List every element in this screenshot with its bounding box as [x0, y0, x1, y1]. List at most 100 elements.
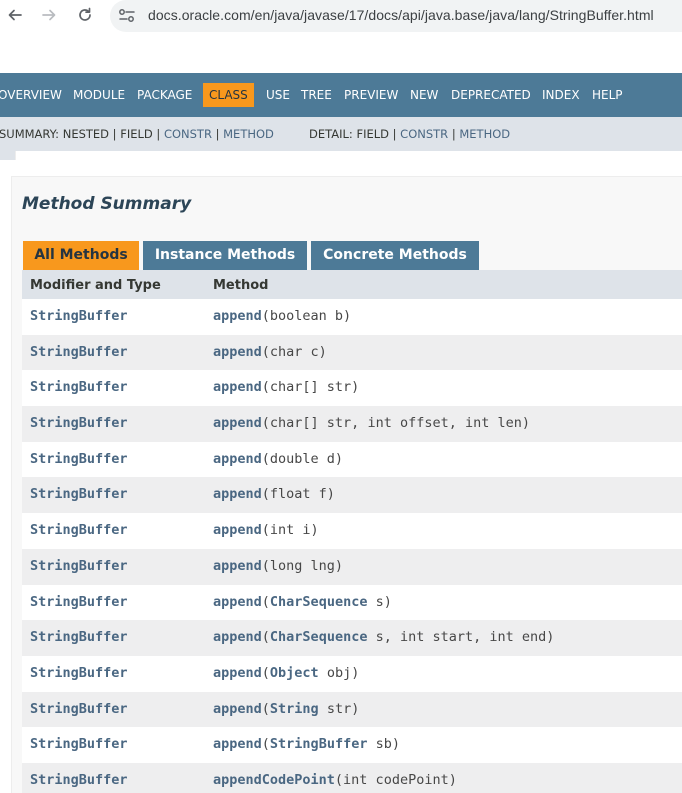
method-signature: append(CharSequence s)	[213, 585, 392, 621]
nav-overview[interactable]: OVERVIEW	[0, 73, 62, 117]
col-method: Method	[213, 278, 269, 293]
table-header: Modifier and Type Method	[22, 270, 682, 299]
summary-constr-link[interactable]: CONSTR	[164, 127, 212, 141]
method-name-link[interactable]: appendCodePoint	[213, 772, 335, 788]
table-row: StringBuffer append(char[] str)	[22, 370, 682, 407]
col-modifier-type: Modifier and Type	[30, 278, 161, 293]
table-body: StringBuffer append(boolean b) StringBuffe…	[22, 299, 682, 793]
return-type-link[interactable]: StringBuffer	[30, 299, 128, 335]
method-signature: append(Object obj)	[213, 656, 359, 692]
param-text: (int i)	[261, 522, 319, 539]
nav-class: CLASS	[203, 83, 254, 107]
tab-all-methods[interactable]: All Methods	[23, 241, 139, 270]
tab-concrete-methods[interactable]: Concrete Methods	[311, 241, 479, 270]
method-name-link[interactable]: append	[213, 379, 262, 395]
return-type-link[interactable]: StringBuffer	[30, 442, 128, 478]
back-arrow-icon[interactable]	[4, 4, 26, 26]
table-row: StringBuffer append(double d)	[22, 441, 682, 478]
nav-tree[interactable]: TREE	[301, 73, 332, 117]
param-text: (char[] str)	[261, 379, 360, 396]
nav-use[interactable]: USE	[266, 73, 290, 117]
return-type-link[interactable]: StringBuffer	[30, 549, 128, 585]
method-name-link[interactable]: append	[213, 522, 262, 538]
param-text: (	[261, 593, 270, 610]
nav-index[interactable]: INDEX	[542, 73, 580, 117]
return-type-link[interactable]: StringBuffer	[30, 763, 128, 793]
param-type-link[interactable]: StringBuffer	[270, 736, 368, 752]
param-text: obj)	[318, 664, 360, 681]
param-text: (double d)	[261, 450, 344, 467]
nav-help[interactable]: HELP	[592, 73, 623, 117]
table-row: StringBuffer appendCodePoint(int codePoin…	[22, 762, 682, 793]
return-type-link[interactable]: StringBuffer	[30, 406, 128, 442]
sub-navbar: SUMMARY: NESTED | FIELD | CONSTR | METHO…	[0, 117, 682, 151]
return-type-link[interactable]: StringBuffer	[30, 585, 128, 621]
method-signature: append(String str)	[213, 692, 359, 728]
top-navbar: OVERVIEW MODULE PACKAGE CLASS USE TREE P…	[0, 73, 682, 117]
table-row: StringBuffer append(char c)	[22, 334, 682, 371]
nav-deprecated[interactable]: DEPRECATED	[451, 73, 531, 117]
nav-module[interactable]: MODULE	[73, 73, 125, 117]
reload-icon[interactable]	[74, 4, 96, 26]
method-name-link[interactable]: append	[213, 451, 262, 467]
return-type-link[interactable]: StringBuffer	[30, 620, 128, 656]
return-type-link[interactable]: StringBuffer	[30, 727, 128, 763]
address-bar[interactable]: docs.oracle.com/en/java/javase/17/docs/a…	[110, 0, 682, 32]
return-type-link[interactable]: StringBuffer	[30, 513, 128, 549]
table-row: StringBuffer append(CharSequence s, int s…	[22, 620, 682, 656]
return-type-link[interactable]: StringBuffer	[30, 692, 128, 728]
nav-package[interactable]: PACKAGE	[137, 73, 192, 117]
param-text: (boolean b)	[261, 308, 352, 324]
detail-method-link[interactable]: METHOD	[459, 127, 510, 141]
method-name-link[interactable]: append	[213, 629, 262, 645]
param-text: (long lng)	[261, 557, 344, 574]
param-type-link[interactable]: String	[270, 701, 319, 717]
detail-constr-link[interactable]: CONSTR	[400, 127, 448, 141]
site-info-icon[interactable]	[118, 8, 136, 24]
method-signature: append(double d)	[213, 442, 343, 478]
table-row: StringBuffer append(float f)	[22, 477, 682, 514]
param-text: (	[261, 629, 270, 646]
method-signature: append(float f)	[213, 477, 335, 513]
nav-preview[interactable]: PREVIEW	[344, 73, 398, 117]
table-row: StringBuffer append(boolean b)	[22, 299, 682, 335]
section-title: Method Summary	[22, 194, 192, 214]
return-type-link[interactable]: StringBuffer	[30, 656, 128, 692]
table-row: StringBuffer append(int i)	[22, 513, 682, 549]
return-type-link[interactable]: StringBuffer	[30, 477, 128, 513]
method-name-link[interactable]: append	[213, 701, 262, 717]
param-type-link[interactable]: CharSequence	[270, 629, 368, 645]
table-row: StringBuffer append(CharSequence s)	[22, 584, 682, 621]
param-type-link[interactable]: CharSequence	[270, 594, 368, 610]
method-signature: append(CharSequence s, int start, int en…	[213, 620, 554, 656]
method-name-link[interactable]: append	[213, 308, 262, 324]
param-text: (	[261, 736, 270, 753]
param-text: s)	[367, 593, 392, 610]
method-name-link[interactable]: append	[213, 736, 262, 752]
method-name-link[interactable]: append	[213, 486, 262, 502]
table-row: StringBuffer append(long lng)	[22, 548, 682, 585]
param-text: (char[] str, int offset, int len)	[261, 415, 530, 432]
method-name-link[interactable]: append	[213, 415, 262, 431]
return-type-link[interactable]: StringBuffer	[30, 370, 128, 406]
method-name-link[interactable]: append	[213, 344, 262, 360]
param-text: (	[261, 664, 270, 681]
param-text: (char c)	[261, 343, 327, 360]
param-type-link[interactable]: Object	[270, 665, 319, 681]
tab-instance-methods[interactable]: Instance Methods	[143, 241, 307, 270]
param-text: s, int start, int end)	[367, 629, 555, 646]
method-name-link[interactable]: append	[213, 558, 262, 574]
method-signature: appendCodePoint(int codePoint)	[213, 763, 457, 793]
table-row: StringBuffer append(char[] str, int offse…	[22, 406, 682, 442]
method-signature: append(long lng)	[213, 549, 343, 585]
method-signature: append(char c)	[213, 335, 327, 371]
summary-links: SUMMARY: NESTED | FIELD | CONSTR | METHO…	[0, 127, 274, 141]
method-name-link[interactable]: append	[213, 665, 262, 681]
table-row: StringBuffer append(Object obj)	[22, 655, 682, 692]
param-text: str)	[318, 700, 360, 717]
return-type-link[interactable]: StringBuffer	[30, 335, 128, 371]
summary-method-link[interactable]: METHOD	[223, 127, 274, 141]
method-name-link[interactable]: append	[213, 594, 262, 610]
nav-new[interactable]: NEW	[410, 73, 438, 117]
forward-arrow-icon[interactable]	[38, 4, 60, 26]
